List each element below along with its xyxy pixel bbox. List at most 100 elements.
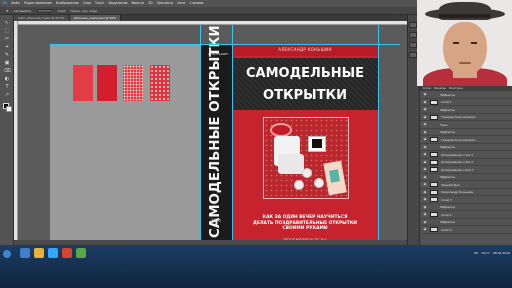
cover-subtitle: КАК ЗА ОДИН ВЕЧЕР НАУЧИТЬСЯ ДЕЛАТЬ ПОЗДР… <box>232 215 378 232</box>
marquee-tool-icon[interactable]: ⬚ <box>3 28 11 34</box>
menu-item-3d[interactable]: 3D <box>148 0 152 7</box>
clock-date[interactable]: 28.04.2016 <box>493 251 510 255</box>
visibility-eye-icon[interactable]: ◉ <box>422 212 428 217</box>
character-panel-icon[interactable] <box>409 42 417 48</box>
menu-item-view[interactable]: Просмотр <box>157 0 173 7</box>
visibility-eye-icon[interactable]: ◉ <box>422 92 428 97</box>
stamp-tool-icon[interactable]: ▣ <box>3 60 11 66</box>
hat-band <box>439 14 491 18</box>
tab-paths[interactable]: Контуры <box>449 86 463 90</box>
move-tool-icon[interactable]: ✥ <box>6 9 9 13</box>
visibility-eye-icon[interactable]: ◉ <box>422 107 428 112</box>
presenter-eye <box>453 42 459 44</box>
layer-row[interactable]: ◉ Эффекты <box>420 92 512 99</box>
layer-name: Тень <box>440 122 448 127</box>
photoshop-icon[interactable] <box>48 248 58 258</box>
visibility-eye-icon[interactable]: ◉ <box>422 145 428 150</box>
card-swatch-2[interactable] <box>97 65 117 101</box>
visibility-eye-icon[interactable]: ◉ <box>422 190 428 195</box>
layer-row[interactable]: ◉ Эффекты <box>420 130 512 136</box>
cover-photo <box>263 117 349 199</box>
layer-option[interactable]: Слой <box>58 9 66 13</box>
layer-row[interactable]: ◉ Эффекты <box>420 220 512 226</box>
type-tool-icon[interactable]: T <box>3 84 11 90</box>
layer-name: Слой 2 <box>441 212 452 217</box>
card-swatch-1[interactable] <box>73 65 93 101</box>
clock-time[interactable]: 19:17 <box>481 251 490 255</box>
layer-row[interactable]: ◉ Александр Коньшин <box>420 189 512 196</box>
auto-select-dropdown[interactable] <box>36 8 53 13</box>
menu-item-window[interactable]: Окно <box>177 0 185 7</box>
move-tool-icon[interactable]: ↖ <box>3 20 11 26</box>
visibility-eye-icon[interactable]: ◉ <box>422 197 428 202</box>
visibility-eye-icon[interactable]: ◉ <box>422 122 428 127</box>
show-transform-controls[interactable]: Показ. упр. элем. <box>70 9 97 13</box>
explorer-icon[interactable] <box>34 248 44 258</box>
tab-channels[interactable]: Каналы <box>434 86 446 90</box>
menu-item-layers[interactable]: Слои <box>83 0 91 7</box>
app-icon[interactable] <box>76 248 86 258</box>
visibility-eye-icon[interactable]: ◉ <box>422 100 428 105</box>
vertical-ruler[interactable] <box>14 21 18 245</box>
layer-row[interactable]: ◉ Копирование слоя 2 <box>420 159 512 166</box>
visibility-eye-icon[interactable]: ◉ <box>422 227 428 232</box>
chrome-icon[interactable] <box>62 248 72 258</box>
layer-row[interactable]: ◉ Копирование слоя 3 <box>420 167 512 174</box>
card-swatch-4[interactable] <box>150 65 170 101</box>
ie-icon[interactable] <box>20 248 30 258</box>
language-indicator[interactable]: RU <box>474 251 478 255</box>
visibility-eye-icon[interactable]: ◉ <box>422 220 428 225</box>
visibility-eye-icon[interactable]: ◉ <box>422 182 428 187</box>
layer-row[interactable]: ◉ Слой 3 <box>420 197 512 204</box>
layer-row[interactable]: ◉ Слой 4 <box>420 227 512 234</box>
path-select-tool-icon[interactable]: ↗ <box>3 92 11 98</box>
cover-title-line1: САМОДЕЛЬНЫЕ <box>246 66 364 81</box>
layer-thumbnail <box>430 167 438 173</box>
layer-row[interactable]: ◉ Копирование слоя 1 <box>420 152 512 159</box>
spine-title: САМОДЕЛЬНЫЕ ОТКРЫТКИ <box>208 25 223 238</box>
layer-row[interactable]: ◉ Эффекты <box>420 175 512 181</box>
guide-line-top[interactable] <box>50 44 400 45</box>
visibility-eye-icon[interactable]: ◉ <box>422 175 428 180</box>
history-panel-icon[interactable] <box>409 22 417 28</box>
tab-layers[interactable]: Слои <box>423 86 431 90</box>
menu-item-image[interactable]: Изображение <box>56 0 79 7</box>
layer-row[interactable]: ◉ Эффекты <box>420 205 512 211</box>
layer-row[interactable]: ◉ Тень <box>420 122 512 129</box>
visibility-eye-icon[interactable]: ◉ <box>422 130 428 135</box>
layer-row[interactable]: ◉ Слой 1 <box>420 99 512 106</box>
menu-item-filter[interactable]: Фильтр <box>131 0 144 7</box>
visibility-eye-icon[interactable]: ◉ <box>422 115 428 120</box>
layer-thumbnail <box>430 137 438 143</box>
properties-panel-icon[interactable] <box>409 32 417 38</box>
visibility-eye-icon[interactable]: ◉ <box>422 167 428 172</box>
guide-line-spine-right[interactable] <box>232 25 233 245</box>
visibility-eye-icon[interactable]: ◉ <box>422 152 428 157</box>
lasso-tool-icon[interactable]: ✂ <box>3 36 11 42</box>
menu-item-type[interactable]: Текст <box>95 0 104 7</box>
visibility-eye-icon[interactable]: ◉ <box>422 160 428 165</box>
card-swatch-3[interactable] <box>123 65 143 101</box>
guide-line-right[interactable] <box>378 25 379 245</box>
layer-row[interactable]: ◉ Градиентная заливка <box>420 137 512 144</box>
paragraph-panel-icon[interactable] <box>409 52 417 58</box>
brush-tool-icon[interactable]: ✎ <box>3 52 11 58</box>
dodge-tool-icon[interactable]: ◐ <box>3 76 11 82</box>
visibility-eye-icon[interactable]: ◉ <box>422 137 428 142</box>
menu-item-help[interactable]: Справка <box>189 0 203 7</box>
layer-row[interactable]: ◉ Эффекты <box>420 107 512 114</box>
menu-item-edit[interactable]: Редактирование <box>24 0 52 7</box>
layer-row[interactable]: ◉ Эффекты <box>420 145 512 151</box>
layer-thumbnail <box>430 152 438 158</box>
visibility-eye-icon[interactable]: ◉ <box>422 205 428 210</box>
start-button-icon[interactable] <box>3 250 11 258</box>
eraser-tool-icon[interactable]: ⌫ <box>3 68 11 74</box>
guide-line-spine-left[interactable] <box>200 25 201 245</box>
layer-row[interactable]: ◉ Градиентная заливка <box>420 114 512 121</box>
layer-row[interactable]: ◉ Задний фон <box>420 182 512 189</box>
layer-row[interactable]: ◉ Слой 2 <box>420 212 512 219</box>
crop-tool-icon[interactable]: ⌖ <box>3 44 11 50</box>
menu-item-file[interactable]: Файл <box>11 0 20 7</box>
background-color-swatch[interactable] <box>6 106 12 112</box>
menu-item-select[interactable]: Выделение <box>109 0 128 7</box>
